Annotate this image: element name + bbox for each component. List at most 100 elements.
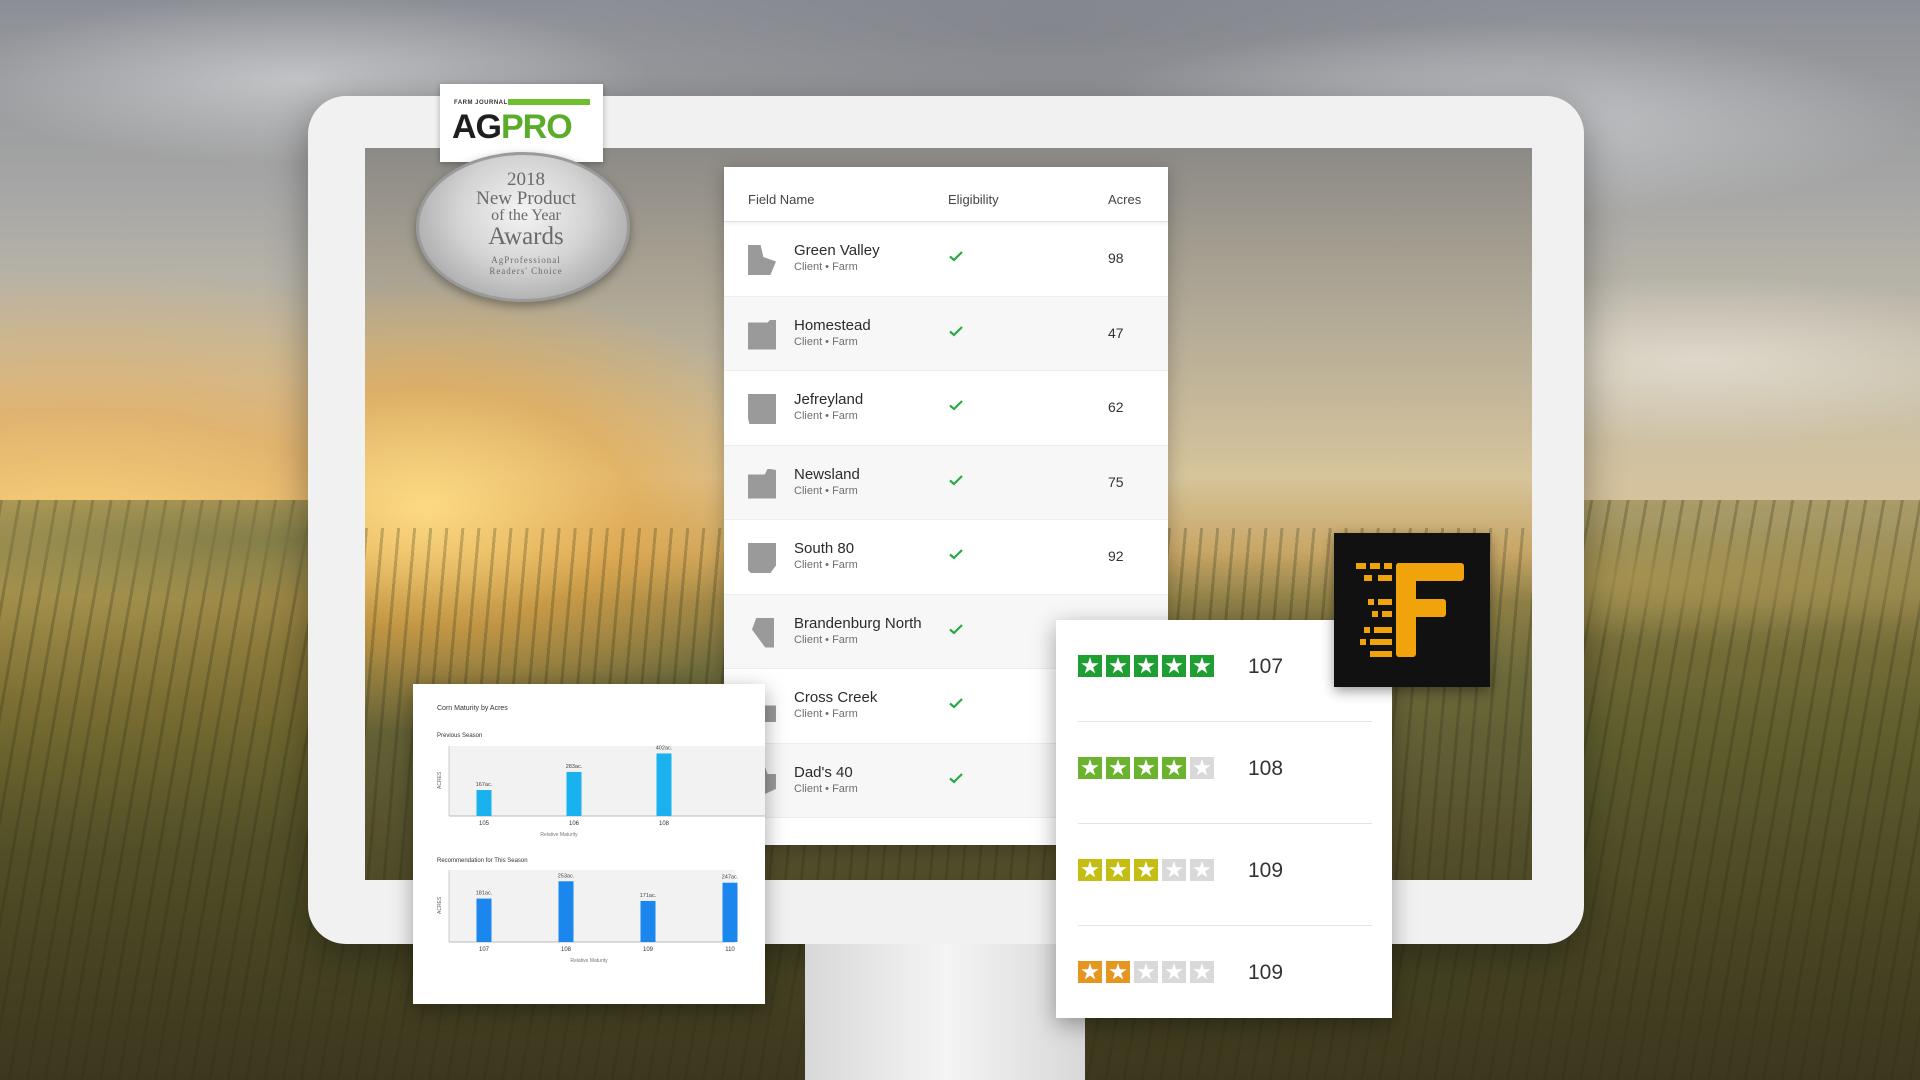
speed-f-logo-icon — [1356, 563, 1464, 657]
star-rating — [1078, 655, 1214, 677]
chart-bar — [476, 898, 492, 942]
rating-row[interactable]: 108 — [1078, 722, 1372, 824]
field-boundary-icon — [748, 394, 776, 424]
star-icon — [1190, 961, 1214, 983]
field-name: Green Valley — [794, 242, 880, 259]
x-tick-label: 108 — [561, 947, 572, 953]
award-line3: Awards — [488, 223, 564, 250]
field-boundary-icon — [752, 617, 774, 648]
field-acres: 62 — [1108, 399, 1124, 415]
field-meta: Client • Farm — [794, 261, 858, 273]
star-icon — [1134, 757, 1158, 779]
check-icon — [949, 400, 963, 411]
table-row[interactable]: Newsland Client • Farm 75 — [724, 445, 1168, 520]
star-icon — [1190, 859, 1214, 881]
field-boundary-icon — [748, 468, 776, 499]
chart-bar — [476, 790, 492, 816]
field-acres: 47 — [1108, 324, 1124, 341]
field-name: South 80 — [794, 540, 855, 557]
star-icon — [1078, 859, 1102, 881]
rating-value: 109 — [1248, 859, 1284, 882]
bar-data-label: 181ac. — [476, 891, 493, 897]
field-meta: Client • Farm — [794, 335, 858, 348]
plot-area — [449, 870, 735, 942]
award-badge: FARM JOURNAL'S AGPRO 2018 New Product of… — [410, 84, 640, 310]
chart-bar — [722, 882, 738, 942]
agpro-brand-top: FARM JOURNAL'S — [454, 100, 515, 106]
star-icon — [1162, 757, 1186, 779]
rating-row[interactable]: 109 — [1078, 926, 1372, 1028]
agpro-pro: PRO — [501, 108, 573, 146]
star-icon — [1190, 655, 1214, 677]
x-tick-label: 110 — [725, 947, 735, 953]
star-icon — [1078, 961, 1102, 983]
plot-area — [449, 746, 765, 816]
x-tick-label: 107 — [479, 947, 490, 953]
field-boundary-icon — [748, 319, 776, 350]
star-rating — [1078, 859, 1214, 881]
agpro-ag: AG — [452, 108, 502, 146]
rating-value: 108 — [1248, 757, 1284, 780]
column-header-acres[interactable]: Acres — [1108, 192, 1141, 207]
field-name: Cross Creek — [794, 689, 878, 706]
star-icon — [1106, 961, 1130, 983]
star-icon — [1134, 859, 1158, 881]
check-icon — [949, 698, 963, 709]
field-meta: Client • Farm — [794, 782, 858, 795]
table-row[interactable]: South 80 Client • Farm 92 — [724, 520, 1168, 595]
field-acres: 75 — [1108, 473, 1124, 490]
star-icon — [1162, 961, 1186, 983]
field-boundary-icon — [748, 543, 776, 573]
table-row[interactable]: Jefreyland Client • Farm 62 — [724, 371, 1168, 446]
rating-value: 107 — [1248, 655, 1284, 678]
star-icon — [1078, 655, 1102, 677]
star-icon — [1134, 655, 1158, 677]
award-line5: Readers' Choice — [489, 266, 563, 276]
x-tick-label: 109 — [643, 947, 654, 953]
award-medal: 2018 New Product of the Year Awards AgPr… — [416, 152, 630, 302]
check-icon — [949, 474, 963, 486]
chart-canvas: ACRES 167ac. 105 283ac. 106 402ac. 108 Relative… — [437, 745, 765, 964]
chart-bar — [566, 771, 582, 816]
star-icon — [1190, 757, 1214, 779]
field-name: Brandenburg North — [794, 614, 922, 632]
bar-data-label: 283ac. — [566, 764, 583, 770]
chart-bar — [640, 900, 656, 942]
star-icon — [1106, 859, 1130, 881]
field-meta: Client • Farm — [794, 484, 858, 497]
agpro-wordmark: AGPRO — [452, 108, 573, 147]
check-icon — [949, 623, 963, 635]
fields-table-header: Field Name Eligibility Acres — [724, 167, 1168, 222]
bar-data-label: 167ac. — [476, 782, 493, 788]
field-boundary-icon — [748, 245, 776, 275]
check-icon — [949, 772, 963, 784]
corn-maturity-chart: Corn Maturity by Acres Previous Season R… — [413, 684, 765, 1004]
award-line4: AgProfessional — [491, 255, 561, 265]
rating-row[interactable]: 107 — [1078, 620, 1372, 722]
rating-row[interactable]: 109 — [1078, 824, 1372, 926]
rating-value: 109 — [1248, 961, 1284, 984]
table-row[interactable]: Green Valley Client • Farm 98 — [724, 222, 1168, 297]
y-axis-label: ACRES — [437, 896, 443, 914]
star-icon — [1106, 757, 1130, 779]
field-name: Jefreyland — [794, 391, 864, 408]
check-icon — [949, 549, 963, 560]
bar-data-label: 247ac. — [722, 875, 739, 881]
x-tick-label: 106 — [569, 821, 580, 827]
field-meta: Client • Farm — [794, 633, 858, 646]
field-name: Homestead — [794, 316, 871, 334]
x-tick-label: 105 — [479, 821, 490, 827]
agpro-accent-bar — [508, 99, 590, 105]
field-acres: 92 — [1108, 548, 1124, 564]
x-axis-label: Relative Maturity — [570, 958, 608, 964]
table-row[interactable]: Homestead Client • Farm 47 — [724, 296, 1168, 371]
agpro-logo: FARM JOURNAL'S AGPRO — [440, 84, 603, 162]
bar-data-label: 253ac. — [558, 873, 575, 879]
chart-bar — [656, 753, 672, 816]
star-icon — [1162, 655, 1186, 677]
column-header-eligibility[interactable]: Eligibility — [948, 192, 999, 207]
star-icon — [1162, 859, 1186, 881]
monitor-stand — [805, 944, 1085, 1080]
column-header-field-name[interactable]: Field Name — [748, 192, 814, 207]
star-rating — [1078, 961, 1214, 983]
